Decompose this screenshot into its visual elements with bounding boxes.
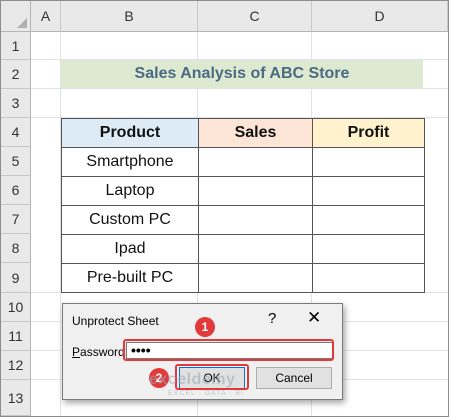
password-highlight-box (123, 339, 334, 361)
row-header-11[interactable]: 11 (1, 322, 31, 351)
password-label-text: assword: (80, 345, 129, 359)
cancel-button[interactable]: Cancel (256, 367, 332, 389)
password-label-accesskey: P (72, 345, 81, 359)
column-header-d[interactable]: D (312, 1, 448, 32)
table-cell-product[interactable]: Pre-built PC (61, 263, 199, 293)
table-header-profit[interactable]: Profit (312, 118, 425, 148)
row-header-13[interactable]: 13 (1, 380, 31, 416)
column-header-c[interactable]: C (198, 1, 312, 32)
column-header-a[interactable]: A (31, 1, 61, 32)
column-header-b[interactable]: B (61, 1, 198, 32)
table-cell-sales[interactable] (198, 205, 313, 235)
step-1-badge: 1 (195, 317, 215, 337)
row-header-3[interactable]: 3 (1, 89, 31, 118)
dialog-title: Unprotect Sheet (72, 314, 159, 328)
step-2-badge: 2 (149, 368, 169, 388)
row-header-8[interactable]: 8 (1, 234, 31, 263)
table-cell-profit[interactable] (312, 205, 425, 235)
ok-highlight-box (175, 364, 249, 390)
gridline (31, 88, 448, 89)
row-header-6[interactable]: 6 (1, 176, 31, 205)
table-cell-product[interactable]: Custom PC (61, 205, 199, 235)
row-header-10[interactable]: 10 (1, 293, 31, 322)
table-header-product[interactable]: Product (61, 118, 199, 148)
table-cell-profit[interactable] (312, 176, 425, 206)
row-header-5[interactable]: 5 (1, 147, 31, 176)
row-header-1[interactable]: 1 (1, 32, 31, 60)
table-cell-sales[interactable] (198, 234, 313, 264)
password-label: Password: (72, 345, 128, 359)
table-cell-sales[interactable] (198, 263, 313, 293)
help-button[interactable]: ? (268, 310, 276, 327)
row-header-4[interactable]: 4 (1, 118, 31, 147)
close-icon[interactable]: ✕ (307, 308, 321, 328)
excel-window: A B C D 1 2 3 4 5 6 7 8 9 10 11 12 13 Sa… (0, 0, 449, 417)
table-cell-product[interactable]: Ipad (61, 234, 199, 264)
table-cell-product[interactable]: Smartphone (61, 147, 199, 177)
table-cell-profit[interactable] (312, 234, 425, 264)
table-cell-profit[interactable] (312, 263, 425, 293)
row-header-7[interactable]: 7 (1, 205, 31, 234)
table-cell-sales[interactable] (198, 176, 313, 206)
select-all-corner[interactable] (1, 1, 31, 32)
row-header-2[interactable]: 2 (1, 60, 31, 89)
table-header-sales[interactable]: Sales (198, 118, 313, 148)
table-cell-sales[interactable] (198, 147, 313, 177)
row-header-12[interactable]: 12 (1, 351, 31, 380)
row-header-9[interactable]: 9 (1, 263, 31, 293)
table-cell-product[interactable]: Laptop (61, 176, 199, 206)
sheet-title[interactable]: Sales Analysis of ABC Store (61, 60, 423, 88)
table-cell-profit[interactable] (312, 147, 425, 177)
